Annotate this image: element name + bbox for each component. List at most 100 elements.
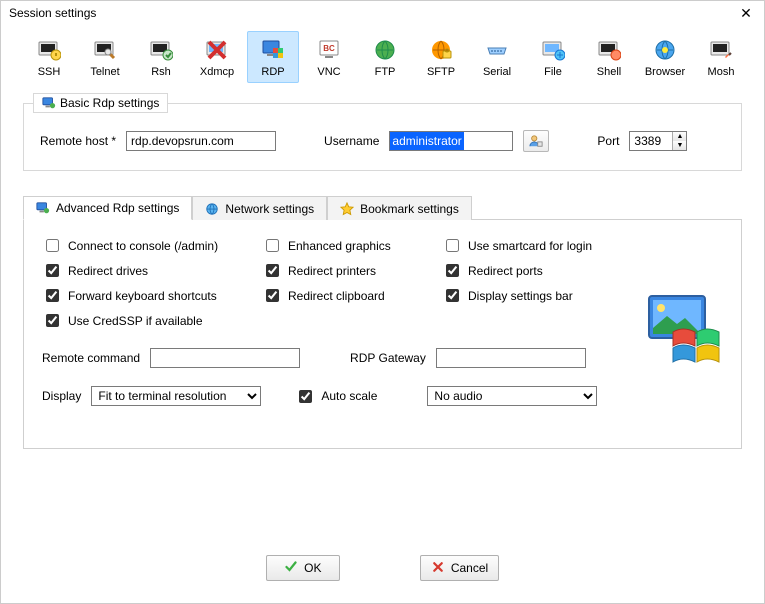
ssh-icon [37,38,61,62]
checkbox-4[interactable]: Redirect printers [262,261,432,280]
checkbox-label-0: Connect to console (/admin) [68,239,218,253]
settings-tabs: Advanced Rdp settings Network settings B… [23,195,742,449]
checkbox-label-5: Redirect ports [468,264,543,278]
dialog-buttons: OK Cancel [1,555,764,581]
port-spin-down[interactable]: ▼ [673,141,686,150]
port-spinner[interactable]: ▲ ▼ [629,131,687,151]
checkbox-label-2: Use smartcard for login [468,239,592,253]
checkbox-7[interactable]: Redirect clipboard [262,286,432,305]
session-type-label: SSH [38,66,61,78]
check-icon [284,561,298,575]
session-type-label: SFTP [427,66,455,78]
display-select[interactable]: Fit to terminal resolution [91,386,261,406]
checkbox-6[interactable]: Forward keyboard shortcuts [42,286,252,305]
checkbox-input-0[interactable] [46,239,59,252]
session-type-vnc[interactable]: BC VNC [303,31,355,83]
tab-bookmark[interactable]: Bookmark settings [327,196,472,220]
checkbox-2[interactable]: Use smartcard for login [442,236,642,255]
checkbox-input-5[interactable] [446,264,459,277]
auto-scale-input[interactable] [299,390,312,403]
checkbox-input-7[interactable] [266,289,279,302]
cancel-label: Cancel [451,561,488,575]
session-type-label: File [544,66,562,78]
xdmcp-icon [205,38,229,62]
display-label: Display [42,389,81,403]
session-type-telnet[interactable]: Telnet [79,31,131,83]
browser-icon [653,38,677,62]
ok-label: OK [304,561,321,575]
tab-advanced[interactable]: Advanced Rdp settings [23,196,192,220]
session-type-label: Mosh [708,66,735,78]
rdp-icon [261,38,285,62]
port-input[interactable] [630,132,672,150]
vnc-icon: BC [317,38,341,62]
remote-command-input[interactable] [150,348,300,368]
checkbox-label-8: Display settings bar [468,289,573,303]
checkbox-input-4[interactable] [266,264,279,277]
session-type-shell[interactable]: Shell [583,31,635,83]
session-type-rsh[interactable]: Rsh [135,31,187,83]
auto-scale-checkbox[interactable]: Auto scale [295,387,377,406]
checkbox-8[interactable]: Display settings bar [442,286,642,305]
session-type-mosh[interactable]: Mosh [695,31,747,83]
rsh-icon [149,38,173,62]
username-label: Username [324,134,379,148]
session-type-label: Shell [597,66,621,78]
checkbox-3[interactable]: Redirect drives [42,261,252,280]
star-icon [340,202,354,216]
rdp-gateway-input[interactable] [436,348,586,368]
close-button[interactable]: ✕ [736,3,756,23]
session-type-label: RDP [261,66,284,78]
checkbox-9[interactable]: Use CredSSP if available [42,311,252,330]
username-input[interactable]: administrator [389,131,513,151]
checkbox-input-2[interactable] [446,239,459,252]
cancel-button[interactable]: Cancel [420,555,499,581]
session-type-ftp[interactable]: FTP [359,31,411,83]
port-label: Port [597,134,619,148]
ftp-icon [373,38,397,62]
rdp-gateway-label: RDP Gateway [350,351,426,365]
session-type-rdp[interactable]: RDP [247,31,299,83]
checkbox-0[interactable]: Connect to console (/admin) [42,236,252,255]
session-type-browser[interactable]: Browser [639,31,691,83]
session-type-label: VNC [317,66,340,78]
remote-host-input[interactable] [126,131,276,151]
mosh-icon [709,38,733,62]
remote-host-label: Remote host * [40,134,116,148]
file-icon [541,38,565,62]
tab-advanced-label: Advanced Rdp settings [56,201,179,215]
tab-network-label: Network settings [225,202,314,216]
tab-network[interactable]: Network settings [192,196,327,220]
rdp-icon [36,201,50,215]
session-type-sftp[interactable]: SFTP [415,31,467,83]
checkbox-5[interactable]: Redirect ports [442,261,642,280]
checkbox-input-9[interactable] [46,314,59,327]
titlebar: Session settings ✕ [1,1,764,25]
ok-button[interactable]: OK [266,555,340,581]
checkbox-1[interactable]: Enhanced graphics [262,236,432,255]
rdp-icon [42,96,56,110]
checkbox-label-3: Redirect drives [68,264,148,278]
checkbox-label-1: Enhanced graphics [288,239,391,253]
checkbox-input-3[interactable] [46,264,59,277]
checkbox-input-1[interactable] [266,239,279,252]
audio-select[interactable]: No audio [427,386,597,406]
checkbox-input-8[interactable] [446,289,459,302]
x-icon [431,561,445,575]
checkbox-input-6[interactable] [46,289,59,302]
session-type-serial[interactable]: Serial [471,31,523,83]
checkbox-label-9: Use CredSSP if available [68,314,203,328]
port-spin-up[interactable]: ▲ [673,132,686,141]
session-type-label: Rsh [151,66,171,78]
username-picker-button[interactable] [523,130,549,152]
session-type-toolbar: SSH Telnet Rsh Xdmcp RDP BC VNC FTP SFTP Serial Fi… [1,25,764,89]
telnet-icon [93,38,117,62]
session-type-label: FTP [375,66,396,78]
svg-text:BC: BC [323,44,335,53]
checkbox-label-6: Forward keyboard shortcuts [68,289,217,303]
globe-icon [205,202,219,216]
session-type-file[interactable]: File [527,31,579,83]
session-type-label: Xdmcp [200,66,234,78]
session-type-xdmcp[interactable]: Xdmcp [191,31,243,83]
session-type-ssh[interactable]: SSH [23,31,75,83]
